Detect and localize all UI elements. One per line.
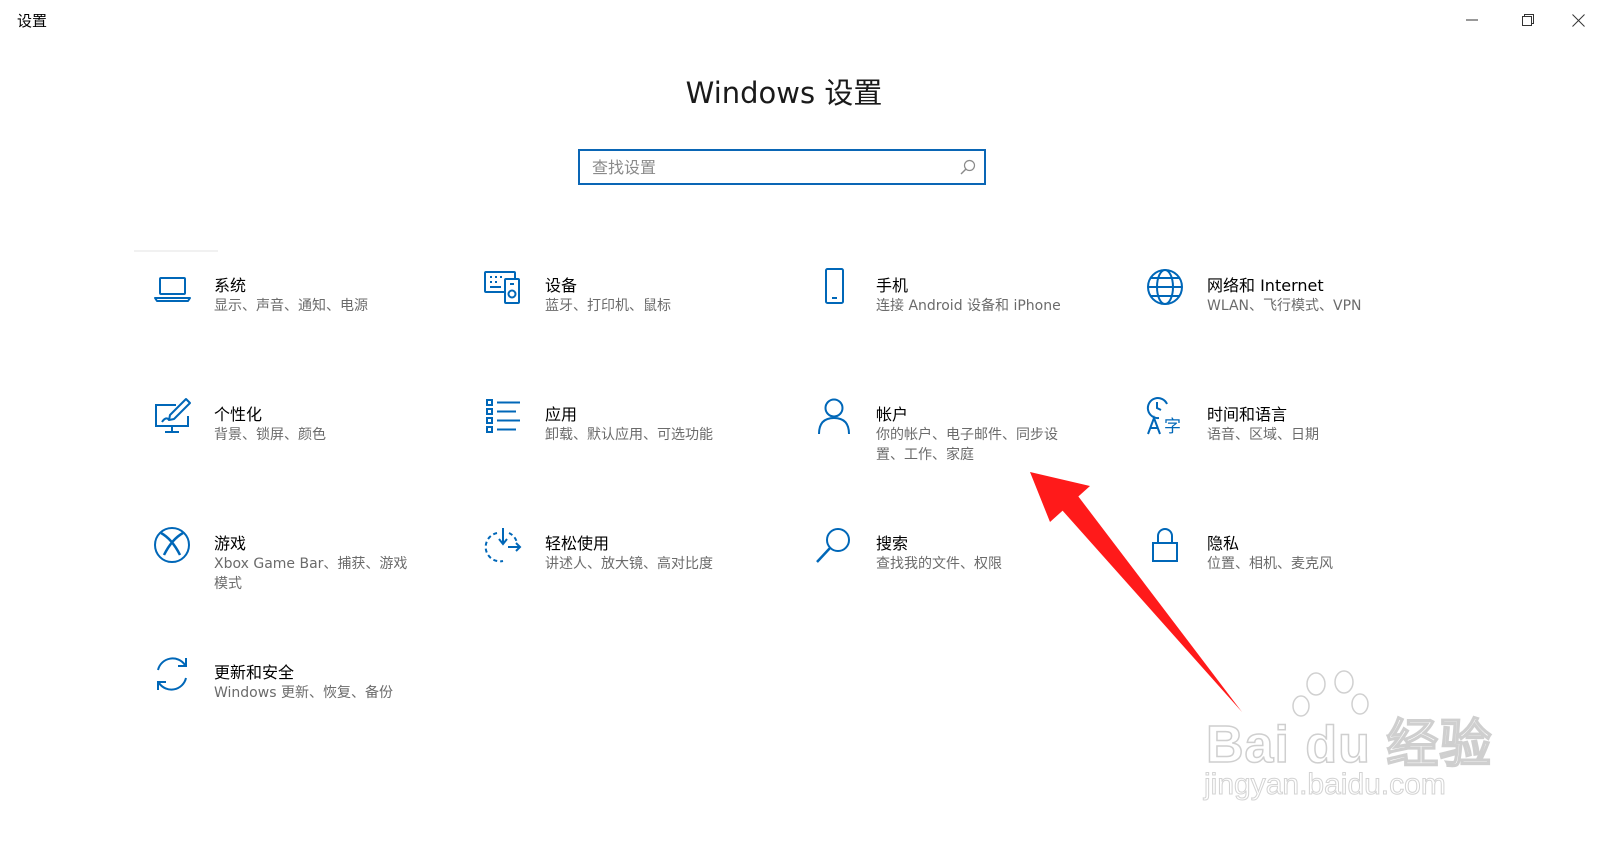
tile-devices[interactable]: 设备 蓝牙、打印机、鼠标	[465, 253, 765, 363]
tile-title: 手机	[876, 276, 909, 295]
tile-apps[interactable]: 应用 卸载、默认应用、可选功能	[465, 382, 765, 492]
tile-time-language[interactable]: 字 时间和语言 语音、区域、日期	[1127, 382, 1427, 492]
tile-system[interactable]: 系统 显示、声音、通知、电源	[134, 253, 434, 363]
watermark-url: jingyan.baidu.com	[1204, 768, 1447, 802]
tile-description: 卸载、默认应用、可选功能	[545, 427, 713, 443]
tile-description: 位置、相机、麦克风	[1207, 556, 1333, 572]
tile-title: 搜索	[876, 534, 909, 553]
person-icon	[818, 398, 850, 435]
tile-description: 讲述人、放大镜、高对比度	[545, 556, 713, 572]
tile-privacy[interactable]: 隐私 位置、相机、麦克风	[1127, 511, 1427, 621]
search-input[interactable]	[592, 151, 952, 183]
minimize-button[interactable]	[1444, 0, 1500, 40]
tile-gaming[interactable]: 游戏 Xbox Game Bar、捕获、游戏模式	[134, 511, 434, 621]
devices-icon	[484, 271, 520, 304]
baidu-watermark: Bai du 经验 jingyan.baidu.com	[1198, 670, 1492, 810]
close-button[interactable]	[1556, 0, 1600, 40]
globe-icon	[1147, 269, 1183, 305]
xbox-icon	[154, 527, 190, 563]
personalization-icon	[155, 398, 191, 433]
apps-list-icon	[486, 399, 520, 433]
ease-of-access-icon	[484, 528, 522, 563]
tile-description: Xbox Game Bar、捕获、游戏模式	[214, 556, 408, 592]
sync-icon	[157, 657, 187, 691]
tile-title: 系统	[214, 276, 247, 295]
paw-logo-icon	[1292, 670, 1369, 717]
watermark-main: Bai du 经验	[1205, 715, 1493, 775]
tile-update-security[interactable]: 更新和安全 Windows 更新、恢复、备份	[134, 640, 434, 750]
settings-window: 设置 Windows 设置 查找设置 系统 显示、声音、通知、电源 设备 蓝牙、…	[0, 0, 1600, 857]
lock-icon	[1152, 528, 1178, 562]
tile-description: 蓝牙、打印机、鼠标	[545, 298, 671, 314]
tile-description: 语音、区域、日期	[1207, 427, 1319, 443]
tile-title: 应用	[545, 405, 578, 424]
tile-title: 帐户	[876, 405, 909, 424]
tile-ease-of-access[interactable]: 轻松使用 讲述人、放大镜、高对比度	[465, 511, 765, 621]
svg-text:字: 字	[1164, 417, 1181, 436]
focus-hint	[134, 250, 218, 252]
tile-description: 背景、锁屏、颜色	[214, 427, 326, 443]
laptop-icon	[154, 277, 191, 302]
restore-icon	[1522, 14, 1534, 26]
tile-search[interactable]: 搜索 查找我的文件、权限	[796, 511, 1096, 621]
tile-title: 网络和 Internet	[1207, 276, 1324, 295]
phone-icon	[825, 268, 844, 304]
page-title: Windows 设置	[685, 76, 883, 110]
tile-description: 你的帐户、电子邮件、同步设置、工作、家庭	[876, 427, 1058, 463]
search-icon[interactable]	[960, 159, 976, 175]
tile-title: 个性化	[214, 405, 263, 424]
tile-title: 轻松使用	[545, 534, 610, 553]
tile-personalization[interactable]: 个性化 背景、锁屏、颜色	[134, 382, 434, 492]
tile-accounts[interactable]: 帐户 你的帐户、电子邮件、同步设置、工作、家庭	[796, 382, 1096, 492]
minimize-icon	[1466, 19, 1478, 21]
tile-title: 隐私	[1207, 534, 1240, 553]
tile-description: 查找我的文件、权限	[876, 556, 1002, 572]
time-language-icon: 字	[1146, 397, 1181, 436]
window-title: 设置	[17, 12, 48, 30]
tile-title: 设备	[545, 276, 578, 295]
title-bar: 设置	[0, 0, 1600, 40]
tile-network[interactable]: 网络和 Internet WLAN、飞行模式、VPN	[1127, 253, 1427, 363]
tile-description: 连接 Android 设备和 iPhone	[876, 298, 1061, 314]
tile-description: Windows 更新、恢复、备份	[214, 685, 393, 701]
restore-button[interactable]	[1500, 0, 1556, 40]
tile-title: 游戏	[214, 534, 247, 553]
search-box[interactable]	[578, 149, 986, 185]
search-magnifier-icon	[816, 528, 850, 563]
tile-title: 时间和语言	[1207, 405, 1288, 424]
tile-description: 显示、声音、通知、电源	[214, 298, 368, 314]
tile-description: WLAN、飞行模式、VPN	[1207, 298, 1362, 314]
close-icon	[1571, 13, 1585, 27]
tile-title: 更新和安全	[214, 663, 295, 682]
tile-phone[interactable]: 手机 连接 Android 设备和 iPhone	[796, 253, 1096, 363]
